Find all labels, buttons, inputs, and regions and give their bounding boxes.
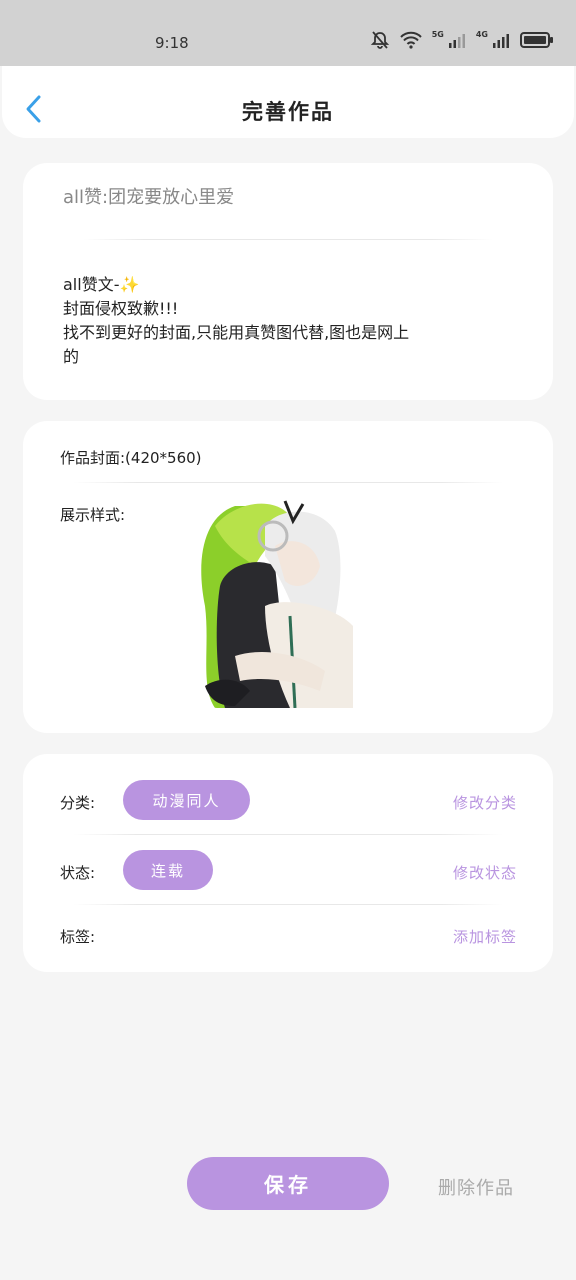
- category-label: 分类:: [60, 794, 96, 812]
- signal-icon-2: [493, 34, 509, 48]
- tags-label: 标签:: [60, 928, 96, 946]
- save-button[interactable]: 保存: [187, 1157, 389, 1210]
- description-line: 的: [63, 347, 80, 366]
- header: 完善作品: [2, 66, 574, 138]
- meta-card: 分类: 动漫同人 修改分类 状态: 连载 修改状态 标签: 添加标签: [23, 754, 553, 972]
- network-5g-label: 5G: [431, 29, 444, 39]
- divider: [73, 904, 503, 905]
- wifi-icon: [400, 31, 422, 49]
- work-title-input[interactable]: all赞:团宠要放心里爱: [63, 183, 234, 209]
- add-tag-link[interactable]: 添加标签: [453, 926, 517, 947]
- battery-icon: [520, 32, 553, 48]
- signal-icon: [448, 34, 465, 48]
- edit-category-link[interactable]: 修改分类: [453, 792, 517, 813]
- cover-card: 作品封面:(420*560) 展示样式:: [23, 421, 553, 733]
- network-4g-label: 4G: [475, 29, 488, 39]
- divider: [73, 834, 503, 835]
- cover-size-label: 作品封面:(420*560): [60, 449, 202, 467]
- divider: [73, 482, 503, 483]
- description-line: 找不到更好的封面,只能用真赞图代替,图也是网上: [63, 323, 410, 342]
- work-description-input[interactable]: all赞文-✨ 封面侵权致歉!!! 找不到更好的封面,只能用真赞图代替,图也是网…: [63, 273, 513, 369]
- divider: [83, 239, 493, 240]
- status-label: 状态:: [60, 864, 96, 882]
- status-chip[interactable]: 连载: [123, 850, 213, 890]
- edit-status-link[interactable]: 修改状态: [453, 862, 517, 883]
- status-icons: 5G 4G: [370, 30, 554, 50]
- mute-bell-icon: [370, 31, 389, 49]
- category-chip[interactable]: 动漫同人: [123, 780, 250, 820]
- status-bar: 9:18 5G 4G: [0, 0, 576, 66]
- page-title: 完善作品: [242, 100, 334, 124]
- status-time: 9:18: [155, 34, 189, 52]
- description-line: all赞文-✨: [63, 275, 140, 294]
- description-line: 封面侵权致歉!!!: [63, 299, 179, 318]
- display-style-label: 展示样式:: [60, 506, 126, 524]
- delete-work-button[interactable]: 删除作品: [438, 1174, 514, 1200]
- cover-image[interactable]: [195, 496, 355, 708]
- work-info-card: all赞:团宠要放心里爱 all赞文-✨ 封面侵权致歉!!! 找不到更好的封面,…: [23, 163, 553, 400]
